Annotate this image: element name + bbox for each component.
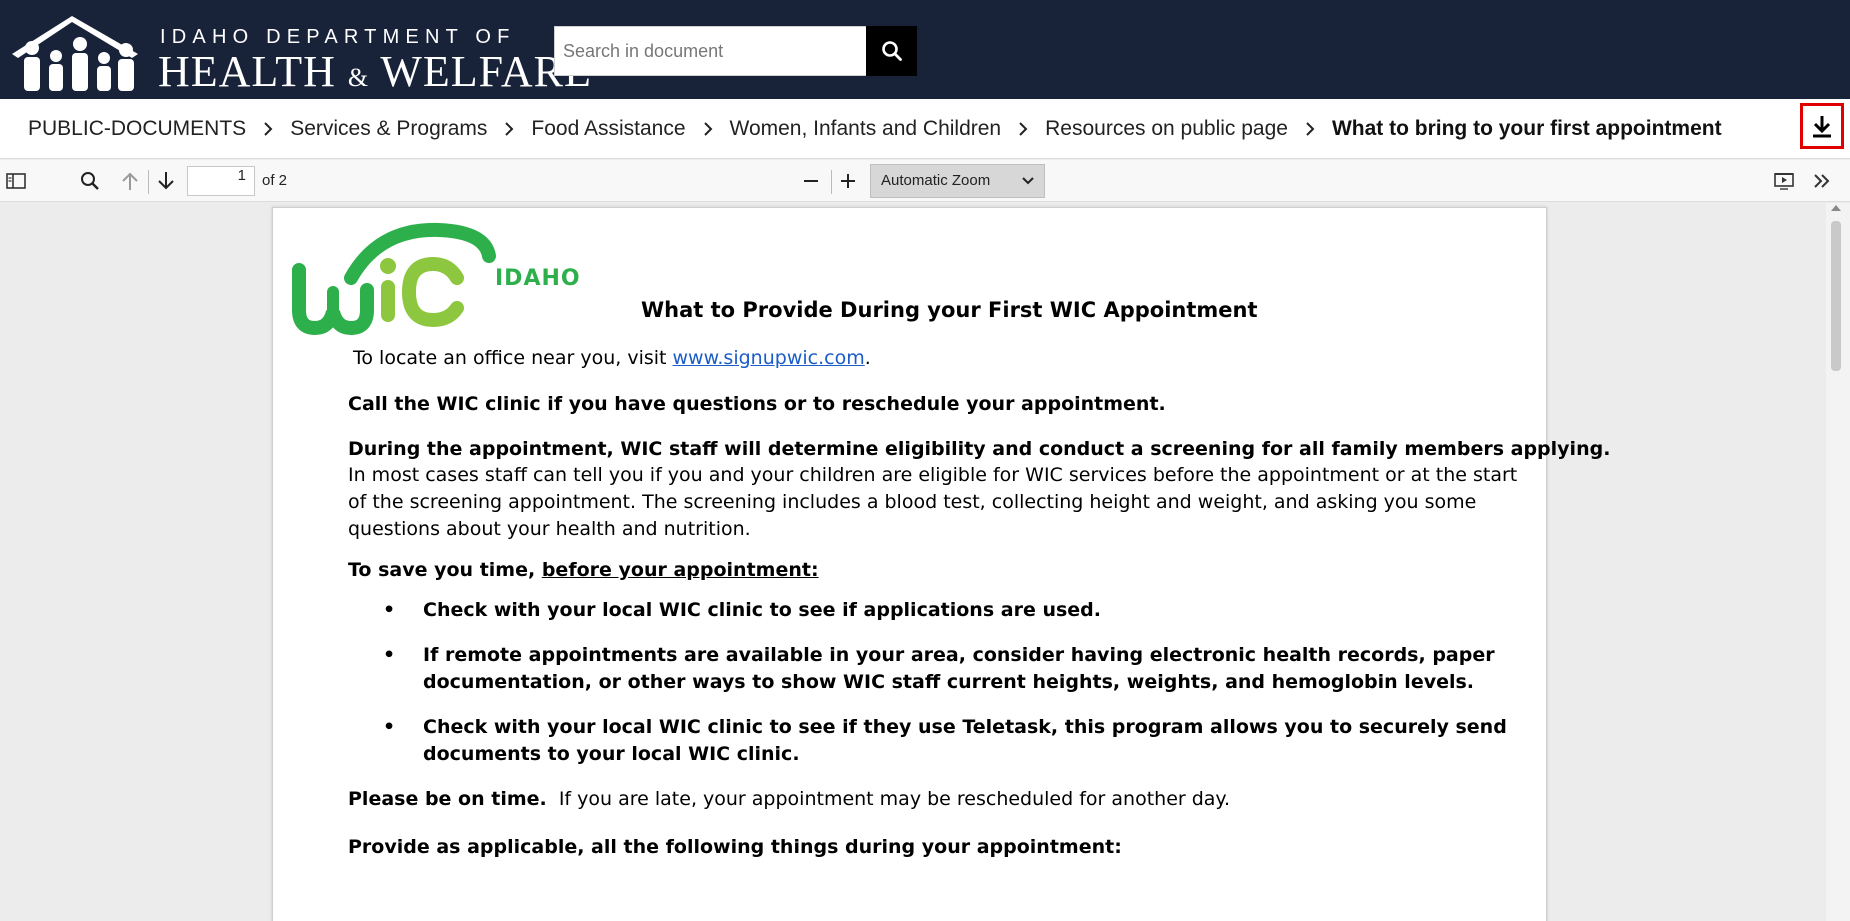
page-number-input[interactable]: 1 xyxy=(187,166,255,196)
search-button[interactable] xyxy=(866,26,917,76)
sidebar-toggle-button[interactable] xyxy=(4,169,28,193)
arrow-down-icon xyxy=(158,172,174,190)
breadcrumb: PUBLIC-DOCUMENTS Services & Programs Foo… xyxy=(28,99,1722,159)
toolbar-separator xyxy=(148,170,149,194)
breadcrumb-item[interactable]: Resources on public page xyxy=(1045,117,1288,141)
breadcrumb-item[interactable]: Food Assistance xyxy=(531,117,685,141)
wic-logo-text: IDAHO xyxy=(495,266,581,291)
breadcrumb-item[interactable]: Services & Programs xyxy=(290,117,487,141)
idhw-logo[interactable]: IDAHO DEPARTMENT OF HEALTH & WELFARE xyxy=(10,12,591,96)
toolbar-separator xyxy=(831,170,832,194)
minus-icon xyxy=(804,180,818,182)
presentation-mode-button[interactable] xyxy=(1772,169,1796,193)
logo-line-2: HEALTH & WELFARE xyxy=(158,47,592,96)
zoom-in-button[interactable] xyxy=(836,169,860,193)
double-chevron-right-icon xyxy=(1814,174,1830,188)
chevron-down-icon xyxy=(1022,165,1034,197)
breadcrumb-item[interactable]: Women, Infants and Children xyxy=(730,117,1002,141)
chevron-right-icon xyxy=(487,122,531,136)
chevron-right-icon xyxy=(1288,122,1332,136)
tools-button[interactable] xyxy=(1810,169,1834,193)
next-page-button[interactable] xyxy=(154,169,178,193)
download-button[interactable] xyxy=(1800,103,1844,149)
search-input[interactable] xyxy=(555,27,865,75)
site-header: IDAHO DEPARTMENT OF HEALTH & WELFARE xyxy=(0,0,1850,99)
breadcrumb-current: What to bring to your first appointment xyxy=(1331,117,1722,140)
family-figures-icon xyxy=(12,16,138,91)
pdf-viewer[interactable]: IDAHO What to Provide During your First … xyxy=(0,203,1850,921)
search-icon xyxy=(881,41,902,61)
pdf-toolbar: 1 of 2 Automatic Zoom xyxy=(0,160,1850,202)
document-title: What to Provide During your First WIC Ap… xyxy=(641,298,1258,322)
zoom-select[interactable]: Automatic Zoom xyxy=(870,164,1045,198)
during-line-2: of the screening appointment. The screen… xyxy=(348,491,1477,513)
scroll-up-arrow[interactable] xyxy=(1831,205,1841,211)
download-icon xyxy=(1813,116,1831,138)
chevron-right-icon xyxy=(1001,122,1045,136)
zoom-out-button[interactable] xyxy=(799,169,823,193)
call-paragraph: Call the WIC clinic if you have question… xyxy=(348,393,1166,415)
sidebar-toggle-icon xyxy=(6,173,26,189)
pdf-page: IDAHO What to Provide During your First … xyxy=(272,207,1610,921)
save-time-heading: To save you time, before your appointmen… xyxy=(348,559,819,581)
on-time-paragraph: Please be on time. If you are late, your… xyxy=(348,788,1231,810)
breadcrumb-item[interactable]: PUBLIC-DOCUMENTS xyxy=(28,117,246,141)
during-line-1: In most cases staff can tell you if you … xyxy=(348,464,1518,486)
chevron-right-icon xyxy=(246,122,290,136)
zoom-select-value: Automatic Zoom xyxy=(881,172,991,189)
scrollbar-thumb[interactable] xyxy=(1831,221,1841,371)
vertical-scrollbar[interactable] xyxy=(1826,203,1850,921)
search-icon xyxy=(81,172,99,190)
find-button[interactable] xyxy=(78,169,102,193)
during-line-3: questions about your health and nutritio… xyxy=(348,518,751,540)
presentation-icon xyxy=(1774,173,1794,190)
page-count: of 2 xyxy=(262,172,288,189)
plus-icon xyxy=(841,174,855,188)
document-search xyxy=(554,26,917,76)
provide-heading: Provide as applicable, all the following… xyxy=(348,836,1122,858)
breadcrumb-bar: PUBLIC-DOCUMENTS Services & Programs Foo… xyxy=(0,99,1850,159)
previous-page-button[interactable] xyxy=(118,169,142,193)
chevron-right-icon xyxy=(686,122,730,136)
signupwic-link[interactable]: www.signupwic.com xyxy=(673,347,865,369)
arrow-up-icon xyxy=(122,172,138,190)
during-heading: During the appointment, WIC staff will d… xyxy=(348,438,1611,460)
locate-paragraph: To locate an office near you, visit www.… xyxy=(353,347,871,369)
